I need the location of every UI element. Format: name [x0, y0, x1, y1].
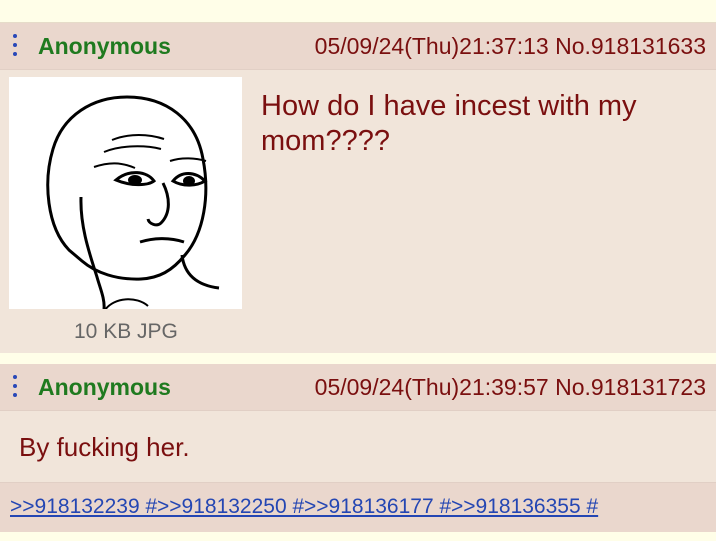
reply-link[interactable]: >>918132250 # — [157, 495, 304, 519]
post-number[interactable]: No.918131633 — [555, 33, 706, 59]
top-strip — [0, 0, 716, 23]
post-comment: By fucking her. — [19, 432, 190, 462]
post-menu-icon[interactable] — [10, 34, 20, 60]
wojak-face-icon — [46, 95, 220, 311]
post-918131633: Anonymous 05/09/24(Thu)21:37:13 No.91813… — [0, 23, 716, 353]
post-header: Anonymous 05/09/24(Thu)21:37:13 No.91813… — [0, 23, 716, 70]
post-number[interactable]: No.918131723 — [555, 374, 706, 400]
post-918131723: Anonymous 05/09/24(Thu)21:39:57 No.91813… — [0, 364, 716, 533]
post-datetime: 05/09/24(Thu)21:39:57 — [314, 374, 549, 400]
post-image-thumbnail[interactable] — [9, 77, 242, 311]
poster-name: Anonymous — [38, 33, 171, 59]
reply-links: >>918132239 # >>918132250 # >>918136177 … — [0, 482, 716, 533]
post-comment: How do I have incest with my mom???? — [261, 90, 637, 157]
bottom-strip — [0, 532, 716, 541]
reply-link[interactable]: >>918136177 # — [304, 495, 451, 519]
poster-name: Anonymous — [38, 374, 171, 400]
post-meta: 05/09/24(Thu)21:39:57 No.918131723 — [315, 374, 706, 401]
reply-link[interactable]: >>918132239 # — [10, 495, 157, 519]
post-datetime: 05/09/24(Thu)21:37:13 — [314, 33, 549, 59]
reply-link[interactable]: >>918136355 # — [451, 495, 598, 519]
file-info: 10 KB JPG — [74, 320, 178, 343]
post-header: Anonymous 05/09/24(Thu)21:39:57 No.91813… — [0, 364, 716, 411]
post-meta: 05/09/24(Thu)21:37:13 No.918131633 — [315, 33, 706, 60]
post-menu-icon[interactable] — [10, 375, 20, 401]
